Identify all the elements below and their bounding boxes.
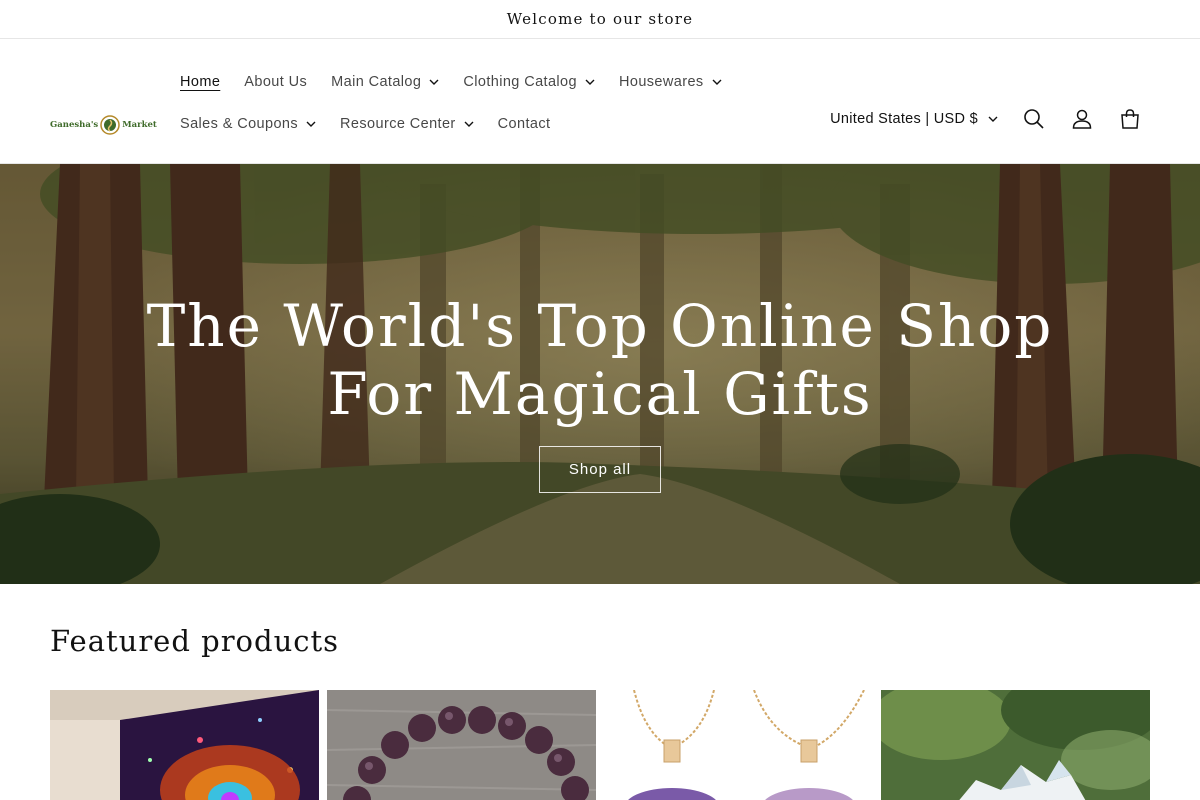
chevron-down-icon <box>464 121 474 127</box>
ganesha-emblem-icon <box>100 115 120 135</box>
product-card-bracelet[interactable] <box>327 690 596 800</box>
nav-label: Resource Center <box>340 116 456 132</box>
nav-label: Clothing Catalog <box>463 74 577 90</box>
featured-products-section: Featured products <box>0 584 1200 800</box>
nav-label: Sales & Coupons <box>180 116 299 132</box>
nav-row-2: Sales & Coupons Resource Center Contact <box>168 103 728 145</box>
tapestry-product-image <box>50 690 319 800</box>
nav-item-sales-coupons[interactable]: Sales & Coupons <box>168 103 328 145</box>
announcement-bar: Welcome to our store <box>0 0 1200 39</box>
nav-item-about-us[interactable]: About Us <box>232 61 319 103</box>
chevron-down-icon <box>712 79 722 85</box>
necklace-product-image <box>604 690 873 800</box>
chevron-down-icon <box>429 79 439 85</box>
nav-item-main-catalog[interactable]: Main Catalog <box>319 61 451 103</box>
hero-content: The World's Top Online Shop For Magical … <box>0 292 1200 493</box>
product-grid <box>50 690 1150 800</box>
nav-item-contact[interactable]: Contact <box>486 103 563 145</box>
chevron-down-icon <box>988 116 998 122</box>
chevron-down-icon <box>585 79 595 85</box>
main-navigation: Home About Us Main Catalog Clothing Cata… <box>168 61 728 145</box>
account-button[interactable] <box>1060 97 1104 141</box>
country-selector[interactable]: United States | USD $ <box>820 97 1008 141</box>
hero-title-line-1: The World's Top Online Shop <box>146 292 1054 360</box>
nav-label: Home <box>180 74 221 90</box>
product-card-crystal[interactable] <box>881 690 1150 800</box>
cart-button[interactable] <box>1108 97 1152 141</box>
nav-row-1: Home About Us Main Catalog Clothing Cata… <box>168 61 728 103</box>
logo-text-right: Market <box>122 120 157 130</box>
product-card-necklaces[interactable] <box>604 690 873 800</box>
hero-title: The World's Top Online Shop For Magical … <box>0 292 1200 428</box>
nav-item-resource-center[interactable]: Resource Center <box>328 103 486 145</box>
nav-label: Main Catalog <box>331 74 422 90</box>
product-card-tapestry[interactable] <box>50 690 319 800</box>
nav-item-home[interactable]: Home <box>168 61 232 103</box>
hero-title-line-2: For Magical Gifts <box>327 360 873 428</box>
announcement-text: Welcome to our store <box>506 10 694 28</box>
nav-label: Contact <box>497 116 551 132</box>
bracelet-product-image <box>327 690 596 800</box>
store-logo[interactable]: Ganesha's Market <box>50 111 157 139</box>
search-icon <box>1024 109 1044 129</box>
nav-item-housewares[interactable]: Housewares <box>607 61 734 103</box>
header-actions: United States | USD $ <box>820 97 1152 141</box>
hero-banner: The World's Top Online Shop For Magical … <box>0 164 1200 584</box>
country-selector-label: United States | USD $ <box>830 111 978 127</box>
nav-label: Housewares <box>618 74 704 90</box>
nav-item-clothing-catalog[interactable]: Clothing Catalog <box>451 61 607 103</box>
nav-label: About Us <box>244 74 308 90</box>
search-button[interactable] <box>1012 97 1056 141</box>
shop-all-button[interactable]: Shop all <box>539 446 661 493</box>
crystal-product-image <box>881 690 1150 800</box>
logo-text-left: Ganesha's <box>50 120 99 130</box>
cart-icon <box>1121 109 1139 129</box>
featured-products-title: Featured products <box>50 624 340 658</box>
site-header: Ganesha's Market Home About Us Main Cata… <box>0 39 1200 164</box>
chevron-down-icon <box>306 121 316 127</box>
account-icon <box>1072 109 1092 129</box>
